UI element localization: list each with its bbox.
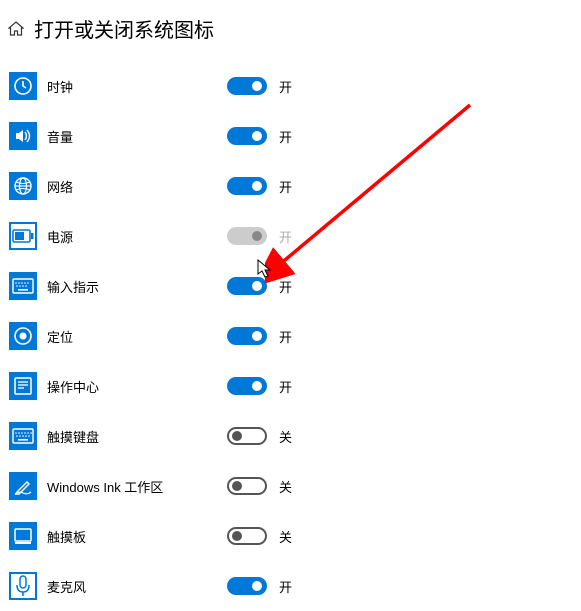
toggle-location[interactable] <box>227 327 267 345</box>
row-touch-keyboard: 触摸键盘 关 <box>9 411 581 461</box>
row-ime: 输入指示 开 <box>9 261 581 311</box>
row-action-center: 操作中心 开 <box>9 361 581 411</box>
state-ime: 开 <box>279 277 292 296</box>
clock-icon <box>9 72 37 100</box>
label-power: 电源 <box>47 227 227 246</box>
label-touch-keyboard: 触摸键盘 <box>47 427 227 446</box>
toggle-action-center[interactable] <box>227 377 267 395</box>
label-volume: 音量 <box>47 127 227 146</box>
state-touchpad: 关 <box>279 527 292 546</box>
ink-icon <box>9 472 37 500</box>
row-network: 网络 开 <box>9 161 581 211</box>
volume-icon <box>9 122 37 150</box>
row-clock: 时钟 开 <box>9 61 581 111</box>
state-clock: 开 <box>279 77 292 96</box>
system-icons-list: 时钟 开 音量 开 网络 开 电源 开 <box>0 51 581 611</box>
state-action-center: 开 <box>279 377 292 396</box>
touchpad-icon <box>9 522 37 550</box>
touch-keyboard-icon <box>9 422 37 450</box>
network-icon <box>9 172 37 200</box>
power-icon <box>9 222 37 250</box>
toggle-ime[interactable] <box>227 277 267 295</box>
toggle-network[interactable] <box>227 177 267 195</box>
state-location: 开 <box>279 327 292 346</box>
state-network: 开 <box>279 177 292 196</box>
microphone-icon <box>9 572 37 600</box>
toggle-volume[interactable] <box>227 127 267 145</box>
label-touchpad: 触摸板 <box>47 527 227 546</box>
home-icon[interactable] <box>8 21 24 37</box>
label-action-center: 操作中心 <box>47 377 227 396</box>
keyboard-icon <box>9 272 37 300</box>
toggle-clock[interactable] <box>227 77 267 95</box>
row-microphone: 麦克风 开 <box>9 561 581 611</box>
label-ime: 输入指示 <box>47 277 227 296</box>
label-microphone: 麦克风 <box>47 577 227 596</box>
row-touchpad: 触摸板 关 <box>9 511 581 561</box>
action-center-icon <box>9 372 37 400</box>
state-touch-keyboard: 关 <box>279 427 292 446</box>
state-volume: 开 <box>279 127 292 146</box>
state-power: 开 <box>279 227 292 246</box>
toggle-touch-keyboard[interactable] <box>227 427 267 445</box>
toggle-power <box>227 227 267 245</box>
label-clock: 时钟 <box>47 77 227 96</box>
page-title: 打开或关闭系统图标 <box>34 14 214 43</box>
state-microphone: 开 <box>279 577 292 596</box>
label-windows-ink: Windows Ink 工作区 <box>47 477 227 496</box>
state-windows-ink: 关 <box>279 477 292 496</box>
row-volume: 音量 开 <box>9 111 581 161</box>
toggle-touchpad[interactable] <box>227 527 267 545</box>
row-windows-ink: Windows Ink 工作区 关 <box>9 461 581 511</box>
row-power: 电源 开 <box>9 211 581 261</box>
label-location: 定位 <box>47 327 227 346</box>
location-icon <box>9 322 37 350</box>
row-location: 定位 开 <box>9 311 581 361</box>
toggle-windows-ink[interactable] <box>227 477 267 495</box>
label-network: 网络 <box>47 177 227 196</box>
